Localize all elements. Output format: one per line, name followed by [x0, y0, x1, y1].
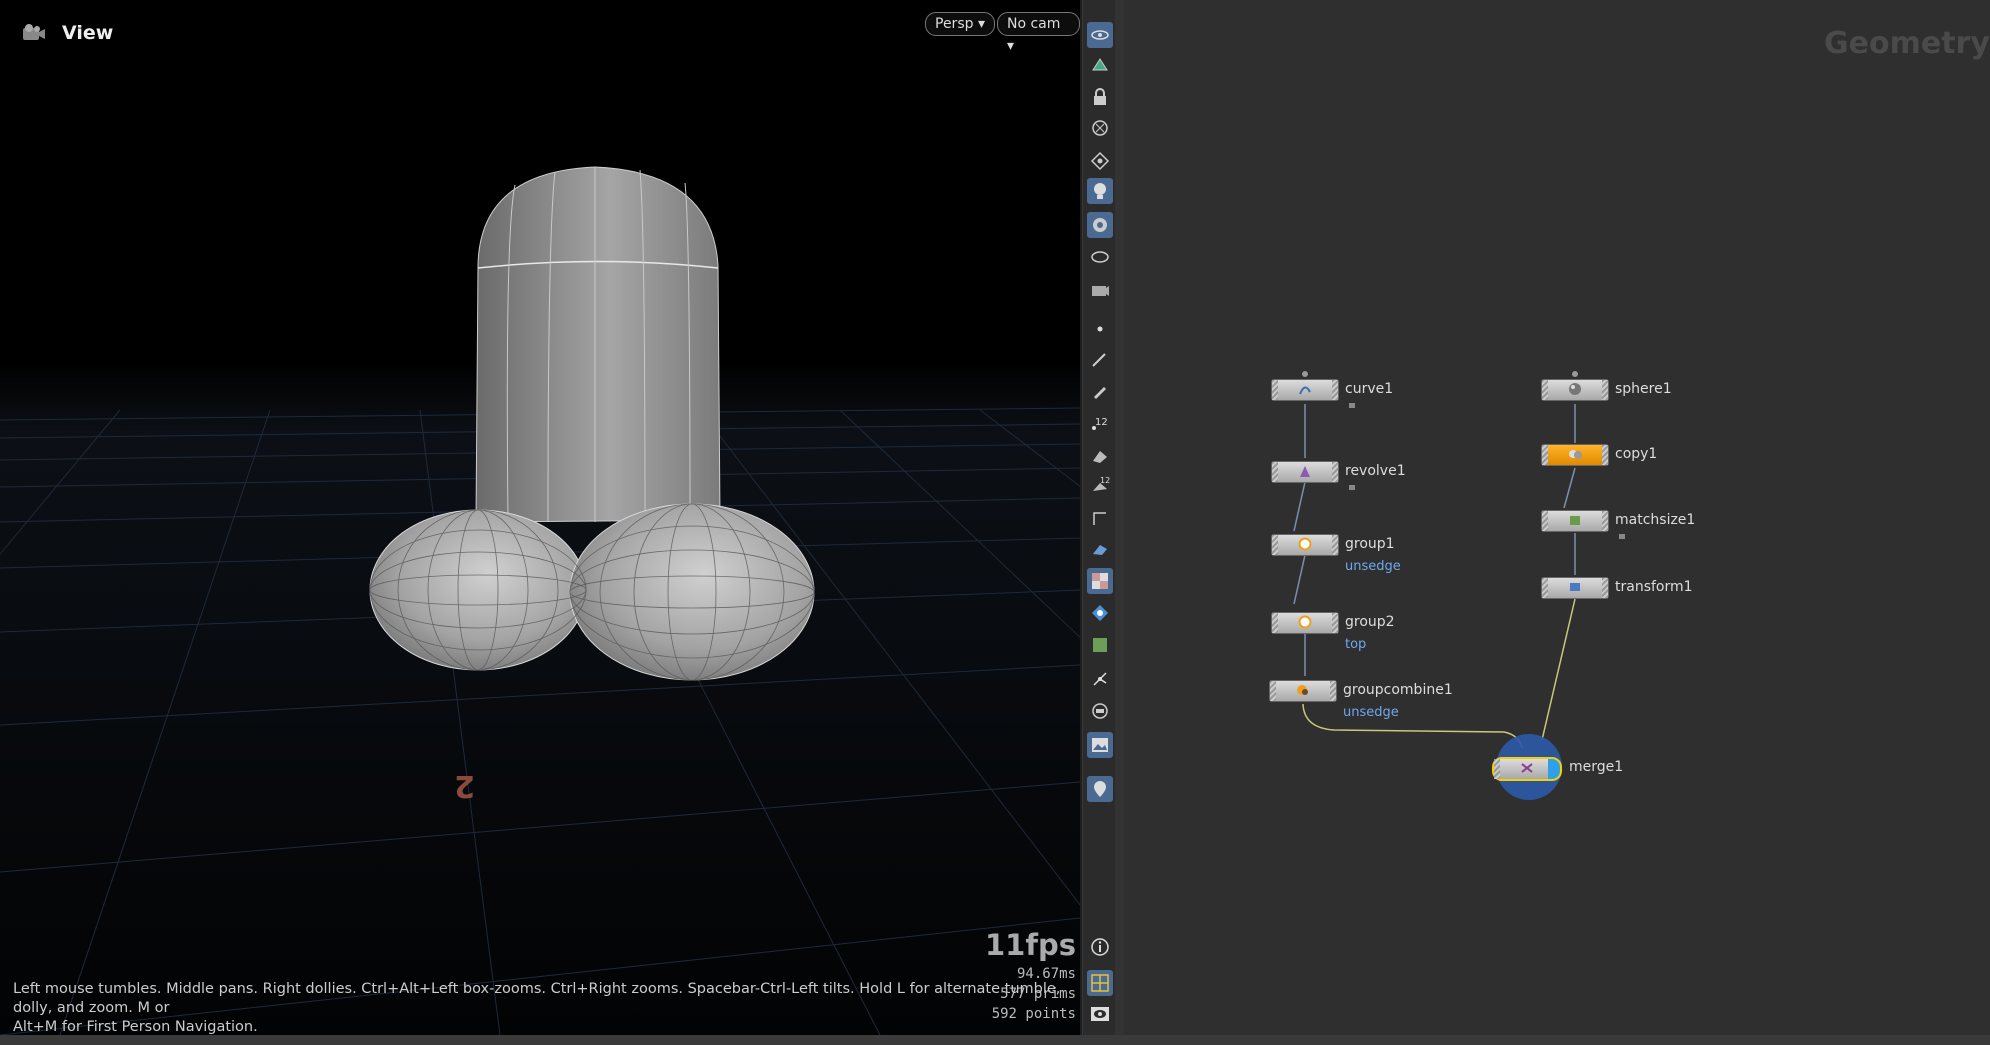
vector-icon[interactable]: [1087, 600, 1113, 626]
lock-icon: [1349, 485, 1355, 490]
scene-viewport[interactable]: 2 View Persp ▾ No cam ▾ 11fps 94.67ms 57…: [0, 0, 1080, 1035]
node-group-label: top: [1345, 637, 1367, 652]
view-icon: [20, 22, 46, 48]
node-sphere1[interactable]: [1541, 379, 1609, 401]
network-editor[interactable]: Geometry curve1 revolve1 group1 unsedge: [1124, 0, 1990, 1035]
snapping-icon[interactable]: [1087, 52, 1113, 78]
paint-icon[interactable]: [1087, 442, 1113, 468]
point-icon[interactable]: [1087, 316, 1113, 342]
pivot-icon[interactable]: [1087, 666, 1113, 692]
lock-camera-icon[interactable]: [1087, 84, 1113, 110]
render-preview-icon[interactable]: [1087, 278, 1113, 304]
quad-icon[interactable]: [1087, 698, 1113, 724]
revolve-icon: [1300, 466, 1310, 477]
node-group1[interactable]: [1271, 534, 1339, 556]
svg-text:12: 12: [1095, 417, 1108, 428]
fps-readout: 11fps: [985, 928, 1076, 962]
lock-icon: [1349, 403, 1355, 408]
node-label: merge1: [1569, 759, 1624, 775]
transform-icon: [1570, 583, 1580, 591]
svg-text:12: 12: [1100, 476, 1110, 485]
node-label: revolve1: [1345, 463, 1406, 479]
node-merge1[interactable]: [1492, 757, 1562, 781]
pen-icon[interactable]: [1087, 378, 1113, 404]
brush-icon[interactable]: [1087, 346, 1113, 372]
node-label: matchsize1: [1615, 512, 1696, 528]
camera-mode-dropdown[interactable]: Persp ▾: [925, 12, 995, 36]
input-connector[interactable]: [1572, 371, 1578, 377]
texture-icon[interactable]: [1087, 632, 1113, 658]
info-icon[interactable]: [1087, 934, 1113, 960]
input-connector[interactable]: [1302, 371, 1308, 377]
node-group2[interactable]: [1271, 612, 1339, 634]
node-curve1[interactable]: [1271, 379, 1339, 401]
node-revolve1[interactable]: [1271, 461, 1339, 483]
display-options-icon[interactable]: [1087, 22, 1113, 48]
scene-render: 2: [0, 0, 1080, 1035]
viewport-toolbar: 12 12: [1082, 0, 1116, 1035]
merge-icon: [1521, 763, 1533, 773]
shade-icon[interactable]: [1087, 536, 1113, 562]
viewport-title: View: [62, 22, 114, 44]
node-label: group2: [1345, 614, 1395, 630]
node-label: group1: [1345, 536, 1395, 552]
render-region-icon[interactable]: [1087, 244, 1113, 270]
sphere-icon: [1569, 383, 1581, 395]
number-display-icon[interactable]: 12: [1087, 472, 1113, 498]
node-label: curve1: [1345, 381, 1394, 397]
navigation-hint-line1: Left mouse tumbles. Middle pans. Right d…: [13, 981, 1061, 1016]
node-matchsize1[interactable]: [1541, 510, 1609, 532]
node-label: sphere1: [1615, 381, 1672, 397]
groupcombine-icon: [1297, 685, 1308, 695]
node-copy1[interactable]: [1541, 444, 1609, 466]
node-group-label: unsedge: [1345, 559, 1401, 574]
copy-icon: [1569, 450, 1582, 459]
lock-icon: [1619, 534, 1625, 539]
group-icon: [1298, 537, 1312, 551]
pane-divider[interactable]: [1115, 0, 1124, 1035]
ghost-icon[interactable]: [1087, 115, 1113, 141]
timeline-ruler[interactable]: [0, 1035, 1990, 1045]
checker-icon[interactable]: [1087, 568, 1113, 594]
normals-icon[interactable]: [1087, 504, 1113, 530]
curve-icon: [1299, 386, 1311, 395]
group-icon: [1298, 615, 1312, 629]
matchsize-icon: [1570, 516, 1580, 525]
light-icon[interactable]: [1087, 178, 1113, 204]
node-transform1[interactable]: [1541, 577, 1609, 599]
ground-number: 2: [454, 768, 475, 803]
visualize-icon[interactable]: [1087, 148, 1113, 174]
node-label: transform1: [1615, 579, 1693, 595]
eye-icon[interactable]: [1087, 1001, 1113, 1027]
camera-icon[interactable]: [1087, 212, 1113, 238]
camera-dropdown[interactable]: No cam ▾: [997, 12, 1080, 54]
node-groupcombine1[interactable]: [1269, 680, 1337, 702]
navigation-hint: Left mouse tumbles. Middle pans. Right d…: [13, 980, 1073, 1035]
node-label: copy1: [1615, 446, 1658, 462]
point-numbers-icon[interactable]: 12: [1087, 410, 1113, 436]
marker-icon[interactable]: [1087, 776, 1113, 802]
split-view-icon[interactable]: [1087, 970, 1113, 996]
navigation-hint-line2: Alt+M for First Person Navigation.: [13, 1019, 258, 1035]
background-image-icon[interactable]: [1087, 732, 1113, 758]
node-label: groupcombine1: [1343, 682, 1453, 698]
node-group-label: unsedge: [1343, 705, 1399, 720]
